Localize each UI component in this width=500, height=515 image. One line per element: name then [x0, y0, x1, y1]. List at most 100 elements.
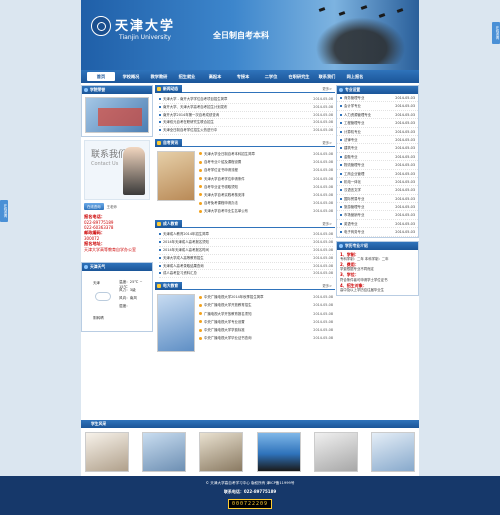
nav-admission[interactable]: 招生就业: [173, 70, 201, 83]
item-title[interactable]: 人力资源管理专业: [340, 111, 371, 118]
list-item[interactable]: 天津大学成人高等教育招生 2014-05-08: [159, 255, 333, 263]
nav-contact[interactable]: 联系我们: [313, 70, 341, 83]
list-item[interactable]: 自考免考课程申请办法 2014-05-08: [199, 199, 333, 207]
item-title[interactable]: 自考专业介绍及课程设置: [199, 158, 299, 166]
list-item[interactable]: 建筑专业 2014-05-03: [337, 144, 418, 153]
list-item[interactable]: 天津大学自考毕业生名单公布 2014-05-08: [199, 207, 333, 215]
item-title[interactable]: 机电一体化: [340, 178, 361, 185]
list-item[interactable]: 天津成人高考录取结果查询 2014-05-08: [159, 263, 333, 271]
gallery-photo[interactable]: [313, 432, 358, 472]
item-title[interactable]: 南开大学、天津大学高考自考招生计划发布: [159, 104, 299, 111]
item-title[interactable]: 商务管理专业: [340, 94, 364, 101]
list-item[interactable]: 中央广播电视大学学费标准 2014-05-08: [199, 326, 333, 334]
adult-more-link[interactable]: 更多>: [322, 220, 332, 228]
item-title[interactable]: 天津成人教育2014年招生简章: [159, 231, 299, 238]
list-item[interactable]: 自考专业介绍及课程设置 2014-05-08: [199, 158, 333, 166]
item-title[interactable]: 中央广播电视大学学费标准: [199, 326, 299, 334]
list-item[interactable]: 计算机专业 2014-05-03: [337, 128, 418, 136]
item-title[interactable]: 天津大学成人高等教育招生: [159, 255, 299, 262]
list-item[interactable]: 人力资源管理专业 2014-05-03: [337, 111, 418, 120]
nav-gaoqiben[interactable]: 高起本: [201, 70, 229, 83]
online-consult-button[interactable]: 在线咨询: [84, 203, 104, 210]
item-title[interactable]: 自考免考课程申请办法: [199, 199, 299, 207]
item-title[interactable]: 2014年天津成人高考报名时间: [159, 247, 299, 254]
item-title[interactable]: 工程管理专业: [340, 119, 364, 126]
list-item[interactable]: 物流管理专业 2014-05-03: [337, 161, 418, 170]
list-item[interactable]: 南开大学、天津大学高考自考招生计划发布 2014-05-08: [159, 104, 333, 112]
item-title[interactable]: 天津大学全日制自考本科招生简章: [199, 150, 299, 158]
item-title[interactable]: 会计学专业: [340, 102, 361, 109]
item-title[interactable]: 成人高考复习资料汇总: [159, 270, 299, 277]
gallery-photo[interactable]: [370, 432, 415, 472]
nav-apply[interactable]: 网上报名: [341, 70, 369, 83]
list-item[interactable]: 工商企业管理 2014-05-03: [337, 170, 418, 178]
gallery-photo[interactable]: [85, 432, 129, 472]
nav-about[interactable]: 学校概况: [117, 70, 145, 83]
nav-home[interactable]: 首页: [87, 72, 115, 81]
list-item[interactable]: 中央广播电视大学2014年秋季招生简章 2014-05-08: [199, 293, 333, 301]
list-item[interactable]: 中央广播电视大学开放教育招生 2014-05-08: [199, 301, 333, 309]
item-title[interactable]: 南开大学2014年第一次自考成绩查询: [159, 112, 299, 119]
list-item[interactable]: 2014年天津成人高考报名须知 2014-05-08: [159, 239, 333, 248]
list-item[interactable]: 电子商务专业 2014-05-03: [337, 228, 418, 237]
nav-teaching[interactable]: 教学教研: [145, 70, 173, 83]
list-item[interactable]: 天津双元自考在职研究生联合招生 2014-05-08: [159, 119, 333, 128]
list-item[interactable]: 汉语言文学 2014-05-03: [337, 186, 418, 195]
item-title[interactable]: 汉语言文学: [340, 186, 361, 193]
item-title[interactable]: 天津全日制自考学位招生火热进行中: [159, 127, 299, 134]
honor-photo[interactable]: [85, 97, 149, 133]
list-item[interactable]: 2014年天津成人高考报名时间 2014-05-08: [159, 247, 333, 255]
item-title[interactable]: 天津大学自考实践考核安排: [199, 191, 299, 199]
item-title[interactable]: 广播电视大学开放教育报名须知: [199, 310, 299, 318]
tv-more-link[interactable]: 更多>: [322, 282, 332, 290]
gallery-photo[interactable]: [199, 432, 244, 472]
item-title[interactable]: 计算机专业: [340, 128, 361, 135]
list-item[interactable]: 市场营销专业 2014-05-03: [337, 211, 418, 220]
list-item[interactable]: 中央广播电视大学专业设置 2014-05-08: [199, 318, 333, 326]
list-item[interactable]: 机电一体化 2014-05-03: [337, 178, 418, 187]
item-title[interactable]: 中央广播电视大学毕业证书查询: [199, 334, 299, 342]
news-more-link[interactable]: 更多>: [322, 85, 332, 93]
item-title[interactable]: 旅游管理专业: [340, 203, 364, 210]
item-title[interactable]: 2014年天津成人高考报名须知: [159, 239, 299, 246]
gallery-photo[interactable]: [142, 432, 187, 472]
float-consult-left[interactable]: 在线咨询: [0, 200, 8, 222]
gallery-photo[interactable]: [256, 432, 301, 472]
nav-zhuanjieben[interactable]: 专接本: [229, 70, 257, 83]
exam-more-link[interactable]: 更多>: [322, 139, 332, 147]
item-title[interactable]: 天津成人高考录取结果查询: [159, 263, 299, 270]
float-consult-right[interactable]: 在线咨询: [492, 22, 500, 44]
list-item[interactable]: 成人高考复习资料汇总 2014-05-08: [159, 270, 333, 279]
item-title[interactable]: 自考毕业证书领取须知: [199, 183, 299, 191]
list-item[interactable]: 天津大学 - 南开大学学位自考项目招生简章 2014-05-08: [159, 96, 333, 104]
item-title[interactable]: 中央广播电视大学2014年秋季招生简章: [199, 293, 299, 301]
item-title[interactable]: 天津大学自考学位申请条件: [199, 175, 299, 183]
list-item[interactable]: 自考毕业证书领取须知 2014-05-08: [199, 183, 333, 191]
list-item[interactable]: 商务管理专业 2014-05-03: [337, 94, 418, 103]
item-title[interactable]: 工商企业管理: [340, 170, 364, 177]
item-title[interactable]: 中央广播电视大学开放教育招生: [199, 301, 299, 309]
list-item[interactable]: 国际贸易专业 2014-05-03: [337, 195, 418, 204]
nav-second-degree[interactable]: 二学位: [257, 70, 285, 83]
item-title[interactable]: 电子商务专业: [340, 228, 364, 235]
list-item[interactable]: 工程管理专业 2014-05-03: [337, 119, 418, 128]
item-title[interactable]: 天津大学自考毕业生名单公布: [199, 207, 299, 215]
list-item[interactable]: 天津全日制自考学位招生火热进行中 2014-05-08: [159, 127, 333, 135]
item-title[interactable]: 法律专业: [340, 136, 358, 143]
list-item[interactable]: 广播电视大学开放教育报名须知 2014-05-08: [199, 310, 333, 318]
list-item[interactable]: 会计学专业 2014-05-03: [337, 102, 418, 111]
list-item[interactable]: 天津成人教育2014年招生简章 2014-05-08: [159, 231, 333, 240]
item-title[interactable]: 天津双元自考在职研究生联合招生: [159, 119, 299, 126]
tv-thumbnail[interactable]: [157, 294, 195, 353]
list-item[interactable]: 英语专业 2014-05-03: [337, 220, 418, 229]
list-item[interactable]: 中央广播电视大学毕业证书查询 2014-05-08: [199, 334, 333, 342]
item-title[interactable]: 自考学位证书申请流程: [199, 166, 299, 174]
list-item[interactable]: 金融专业 2014-05-03: [337, 153, 418, 162]
list-item[interactable]: 法律专业 2014-05-03: [337, 136, 418, 145]
item-title[interactable]: 金融专业: [340, 153, 358, 160]
item-title[interactable]: 建筑专业: [340, 144, 358, 151]
exam-thumbnail[interactable]: [157, 150, 195, 201]
item-title[interactable]: 物流管理专业: [340, 161, 364, 168]
list-item[interactable]: 天津大学全日制自考本科招生简章 2014-05-08: [199, 150, 333, 158]
item-title[interactable]: 中央广播电视大学专业设置: [199, 318, 299, 326]
